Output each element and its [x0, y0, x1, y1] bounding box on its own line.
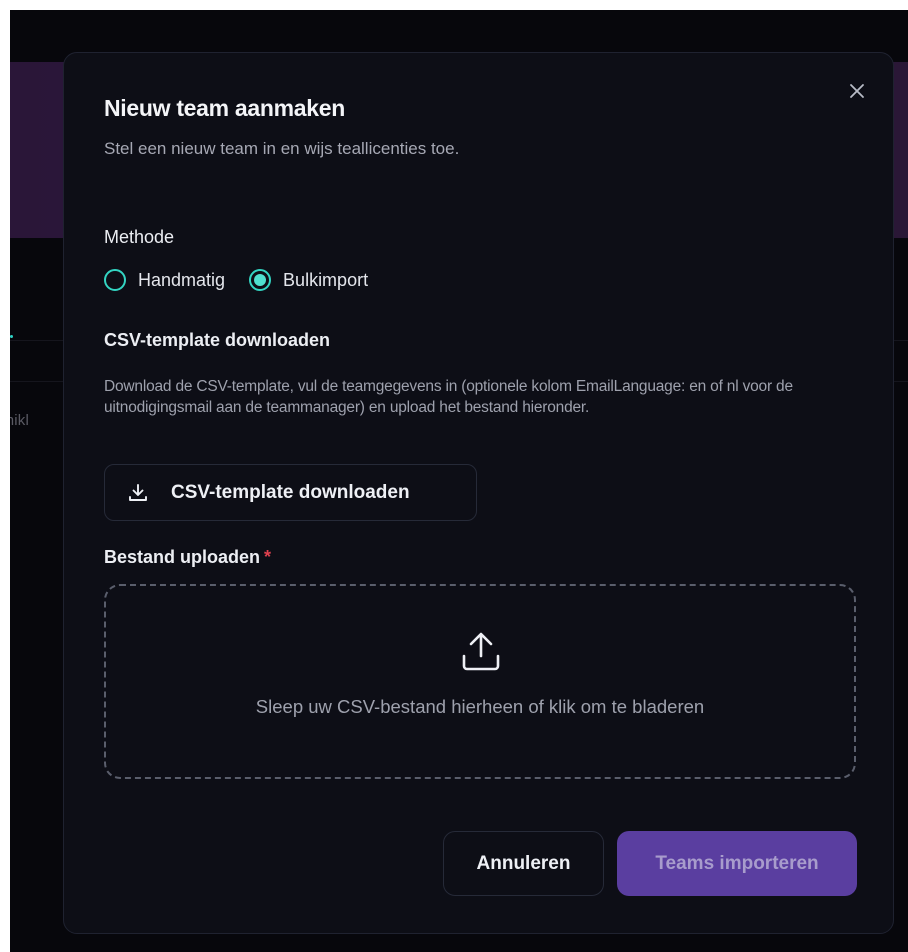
dialog-subtitle: Stel een nieuw team in en wijs teallicen… — [104, 139, 460, 158]
radio-checked-icon — [249, 269, 272, 291]
upload-icon — [462, 632, 500, 671]
method-label: Methode — [104, 227, 175, 247]
upload-label: Bestand uploaden * — [104, 547, 271, 568]
file-dropzone[interactable]: Sleep uw CSV-bestand hierheen of klik om… — [104, 584, 856, 779]
create-team-dialog: Nieuw team aanmaken Stel een nieuw team … — [63, 52, 894, 934]
background-partial-text: chikl — [10, 412, 30, 429]
dialog-title: Nieuw team aanmaken — [104, 95, 346, 121]
download-template-button-label: CSV-template downloaden — [171, 481, 410, 503]
radio-handmatig[interactable]: Handmatig — [104, 269, 225, 291]
background-accent-dot — [10, 335, 13, 338]
download-icon — [129, 483, 147, 501]
method-radio-group: Handmatig Bulkimport — [104, 269, 368, 291]
import-teams-button[interactable]: Teams importeren — [617, 831, 857, 896]
radio-bulkimport[interactable]: Bulkimport — [249, 269, 368, 291]
upload-label-text: Bestand uploaden — [104, 547, 261, 567]
radio-label-handmatig: Handmatig — [138, 269, 226, 290]
page-backdrop: chikl Nieuw team aanmaken Stel een nieuw… — [10, 10, 908, 952]
radio-label-bulkimport: Bulkimport — [283, 269, 369, 290]
csv-template-heading: CSV-template downloaden — [104, 330, 331, 350]
close-button[interactable] — [847, 81, 867, 101]
download-template-button[interactable]: CSV-template downloaden — [104, 464, 477, 521]
csv-template-description: Download de CSV-template, vul de teamgeg… — [104, 378, 793, 416]
cancel-button[interactable]: Annuleren — [443, 831, 604, 896]
dropzone-text: Sleep uw CSV-bestand hierheen of klik om… — [255, 696, 705, 717]
close-icon — [850, 84, 864, 98]
radio-unchecked-icon — [104, 269, 126, 291]
required-marker: * — [264, 547, 272, 567]
